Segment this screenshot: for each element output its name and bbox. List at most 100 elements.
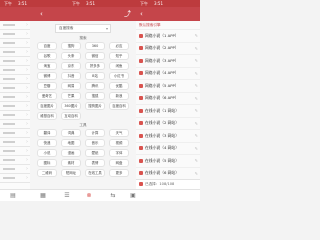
- chip[interactable]: 二维码: [37, 169, 57, 177]
- chip[interactable]: 360: [85, 42, 105, 50]
- chip[interactable]: 在线工具: [85, 169, 105, 177]
- list-icon[interactable]: ☰: [62, 192, 72, 199]
- chip[interactable]: 闲鱼: [109, 62, 129, 70]
- chip[interactable]: 小说: [37, 149, 57, 157]
- chip[interactable]: 百度: [37, 42, 57, 50]
- chip[interactable]: B站: [85, 72, 105, 80]
- chip[interactable]: 搜狗: [61, 42, 81, 50]
- chip[interactable]: 互动百科: [61, 112, 81, 120]
- list-item[interactable]: ›: [0, 66, 30, 75]
- checkbox-checked-icon[interactable]: [139, 171, 143, 176]
- chip[interactable]: 谷歌: [37, 52, 57, 60]
- engine-selector[interactable]: 百度搜索 ▾: [55, 24, 111, 33]
- edit-icon[interactable]: ✎: [195, 146, 198, 151]
- chip[interactable]: 京东: [61, 62, 81, 70]
- chip[interactable]: 快递: [37, 139, 57, 147]
- grid-icon[interactable]: ▦: [38, 192, 48, 199]
- chip[interactable]: 芒果: [61, 92, 81, 100]
- chip[interactable]: 360图片: [61, 102, 81, 110]
- share-icon[interactable]: ⤴: [124, 10, 131, 18]
- checklist-item[interactable]: 在线小说（3 网站） ✎: [136, 130, 200, 143]
- edit-icon[interactable]: ✎: [195, 71, 198, 76]
- list-item[interactable]: ›: [0, 129, 30, 138]
- edit-icon[interactable]: ✎: [195, 121, 198, 126]
- chip[interactable]: 图标: [37, 159, 57, 167]
- chip[interactable]: 豆瓣: [37, 82, 57, 90]
- list-item[interactable]: ›: [0, 174, 30, 183]
- list-item[interactable]: ›: [0, 57, 30, 66]
- checklist-item[interactable]: 网络小说（1 APP） ✎: [136, 30, 200, 43]
- chip[interactable]: 表情: [85, 159, 105, 167]
- checkbox-checked-icon[interactable]: [139, 58, 143, 63]
- chip[interactable]: 词典: [61, 129, 81, 137]
- checkbox-checked-icon[interactable]: [139, 46, 143, 51]
- chip[interactable]: 新浪: [109, 92, 129, 100]
- edit-icon[interactable]: ✎: [195, 133, 198, 138]
- chip[interactable]: 漫画: [61, 149, 81, 157]
- chip[interactable]: 微信: [85, 52, 105, 60]
- checklist-item[interactable]: 网络小说（5 APP） ✎: [136, 80, 200, 93]
- chip[interactable]: 翻译: [37, 129, 57, 137]
- checkbox-checked-icon[interactable]: [139, 33, 143, 38]
- checkbox-checked-icon[interactable]: [139, 96, 143, 101]
- checkbox-checked-icon[interactable]: [139, 146, 143, 151]
- chip[interactable]: 搜狐: [85, 92, 105, 100]
- checkbox-checked-icon[interactable]: [139, 133, 143, 138]
- tab-icon[interactable]: ▣: [128, 192, 138, 199]
- edit-icon[interactable]: ✎: [195, 108, 198, 113]
- checkbox-checked-icon[interactable]: [139, 71, 143, 76]
- checklist-item[interactable]: 在线小说（4 网站） ✎: [136, 143, 200, 155]
- chip[interactable]: 更多: [109, 169, 129, 177]
- chip[interactable]: 壁纸: [85, 149, 105, 157]
- checklist-item[interactable]: 网络小说（3 APP） ✎: [136, 55, 200, 68]
- checklist-item[interactable]: 网络小说（4 APP） ✎: [136, 68, 200, 80]
- list-item[interactable]: ›: [0, 138, 30, 147]
- edit-icon[interactable]: ✎: [195, 58, 198, 63]
- chip[interactable]: 短网址: [61, 169, 81, 177]
- chip[interactable]: 知乎: [109, 52, 129, 60]
- chip[interactable]: 搜狗图片: [85, 102, 105, 110]
- list-item[interactable]: ›: [0, 84, 30, 93]
- checklist-item[interactable]: 网络小说（2 APP） ✎: [136, 43, 200, 55]
- list-item[interactable]: ›: [0, 120, 30, 129]
- list-item[interactable]: ›: [0, 165, 30, 174]
- list-item[interactable]: ›: [0, 39, 30, 48]
- list-item[interactable]: ›: [0, 21, 30, 30]
- chip[interactable]: 音乐: [85, 139, 105, 147]
- edit-icon[interactable]: ✎: [195, 96, 198, 101]
- back-arrow-icon[interactable]: ‹: [140, 10, 143, 18]
- book-icon[interactable]: ▤: [8, 192, 18, 199]
- chip[interactable]: 地图: [61, 139, 81, 147]
- chip[interactable]: 百度图片: [37, 102, 57, 110]
- swap-icon[interactable]: ⇆: [108, 192, 118, 199]
- checkbox-checked-icon[interactable]: [139, 108, 143, 113]
- edit-icon[interactable]: ✎: [195, 171, 198, 176]
- chip[interactable]: 爱奇艺: [37, 92, 57, 100]
- chip[interactable]: 视频: [109, 139, 129, 147]
- edit-icon[interactable]: ✎: [195, 158, 198, 163]
- chip[interactable]: 腾讯: [85, 82, 105, 90]
- chip[interactable]: 网盘: [109, 159, 129, 167]
- back-arrow-icon[interactable]: ‹: [40, 10, 43, 18]
- chip[interactable]: 头条: [61, 52, 81, 60]
- chip[interactable]: 微博: [37, 72, 57, 80]
- chip[interactable]: 优酷: [109, 82, 129, 90]
- chip[interactable]: 天气: [109, 129, 129, 137]
- checkbox-checked-icon[interactable]: [139, 121, 143, 126]
- chip[interactable]: 网易: [61, 82, 81, 90]
- checklist-item[interactable]: 在线小说（5 网站） ✎: [136, 155, 200, 168]
- chip[interactable]: 淘宝: [37, 62, 57, 70]
- checklist-item[interactable]: 在线小说（1 网站） ✎: [136, 105, 200, 118]
- list-item[interactable]: ›: [0, 93, 30, 102]
- close-circle-icon[interactable]: ⊗: [84, 192, 94, 199]
- checkbox-checked-icon[interactable]: [139, 158, 143, 163]
- chip[interactable]: 拼多多: [85, 62, 105, 70]
- list-item[interactable]: ›: [0, 147, 30, 156]
- checklist-item[interactable]: 网络小说（6 APP） ✎: [136, 93, 200, 105]
- list-item[interactable]: ›: [0, 48, 30, 57]
- list-item[interactable]: ›: [0, 30, 30, 39]
- edit-icon[interactable]: ✎: [195, 33, 198, 38]
- edit-icon[interactable]: ✎: [195, 83, 198, 88]
- chip[interactable]: 维基百科: [37, 112, 57, 120]
- chip[interactable]: 字体: [109, 149, 129, 157]
